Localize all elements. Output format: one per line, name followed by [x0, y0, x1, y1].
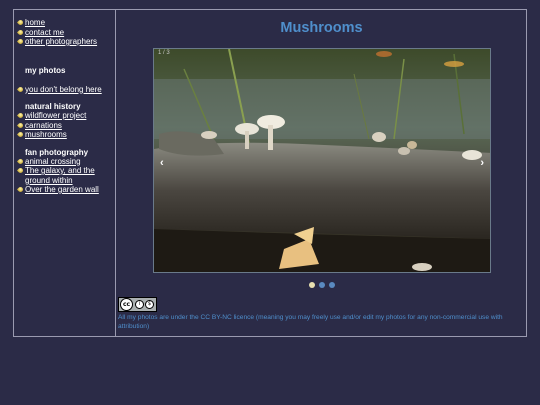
cc-license-badge[interactable]: cc i $ — [118, 297, 157, 312]
license-text: All my photos are under the CC BY-NC lic… — [118, 314, 503, 330]
photo-slideshow[interactable]: 1 / 3 ‹ › — [153, 48, 491, 273]
sidebar: home contact me other photographers my p… — [14, 10, 116, 336]
section-title-fan-photography: fan photography — [25, 147, 89, 157]
nav-item-carnations[interactable]: carnations — [16, 121, 115, 131]
nav-link-contact[interactable]: contact me — [25, 28, 64, 38]
bullet-icon — [16, 37, 25, 46]
nav-item-you-dont-belong[interactable]: you don't belong here — [16, 85, 115, 95]
next-arrow-icon[interactable]: › — [480, 157, 484, 169]
cc-icon: cc — [120, 298, 133, 311]
slide-dot-2[interactable] — [318, 282, 325, 288]
page-frame: home contact me other photographers my p… — [13, 9, 527, 337]
main-content: Mushrooms 1 / 3 ‹ › cc i $ All my photos… — [117, 10, 526, 336]
bullet-icon — [16, 185, 25, 194]
nav-item-mushrooms[interactable]: mushrooms — [16, 130, 115, 140]
slide-dot-3[interactable] — [328, 282, 335, 288]
nav-item-garden-wall[interactable]: Over the garden wall — [16, 185, 115, 195]
prev-arrow-icon[interactable]: ‹ — [160, 157, 164, 169]
nav-link-carnations[interactable]: carnations — [25, 121, 62, 131]
bullet-icon — [16, 111, 25, 120]
nav-item-other-photographers[interactable]: other photographers — [16, 37, 115, 47]
bullet-icon — [16, 28, 25, 36]
nav-item-galaxy[interactable]: The galaxy, and the ground within — [16, 166, 115, 185]
nav-item-wildflower[interactable]: wildflower project — [16, 111, 115, 121]
nav-link-animal-crossing[interactable]: animal crossing — [25, 157, 81, 167]
bullet-icon — [16, 130, 25, 139]
nav-link-home[interactable]: home — [25, 18, 45, 28]
section-title-natural-history: natural history — [25, 102, 81, 111]
nav-link-you-dont-belong[interactable]: you don't belong here — [25, 85, 102, 95]
nav-link-wildflower[interactable]: wildflower project — [25, 111, 86, 121]
nav-item-animal-crossing[interactable]: animal crossing — [16, 157, 115, 167]
slide-indicator — [117, 282, 526, 288]
bullet-icon — [16, 85, 25, 93]
bullet-icon — [16, 157, 25, 165]
section-title-my-photos: my photos — [25, 65, 66, 75]
nav-link-other-photographers[interactable]: other photographers — [25, 37, 97, 47]
nav-item-home[interactable]: home — [16, 18, 115, 28]
mushroom-photo — [154, 49, 490, 272]
slide-counter: 1 / 3 — [158, 50, 170, 56]
non-commercial-icon: $ — [145, 300, 154, 309]
nav-link-mushrooms[interactable]: mushrooms — [25, 130, 67, 140]
bullet-icon — [16, 121, 25, 129]
bullet-icon — [16, 166, 25, 175]
bullet-icon — [16, 18, 25, 27]
nav-item-contact[interactable]: contact me — [16, 28, 115, 38]
nav-link-garden-wall[interactable]: Over the garden wall — [25, 185, 99, 195]
nav-link-galaxy[interactable]: The galaxy, and the ground within — [25, 166, 115, 185]
slide-dot-1[interactable] — [308, 282, 315, 288]
page-title: Mushrooms — [280, 20, 363, 36]
by-attribution-icon: i — [135, 300, 144, 309]
